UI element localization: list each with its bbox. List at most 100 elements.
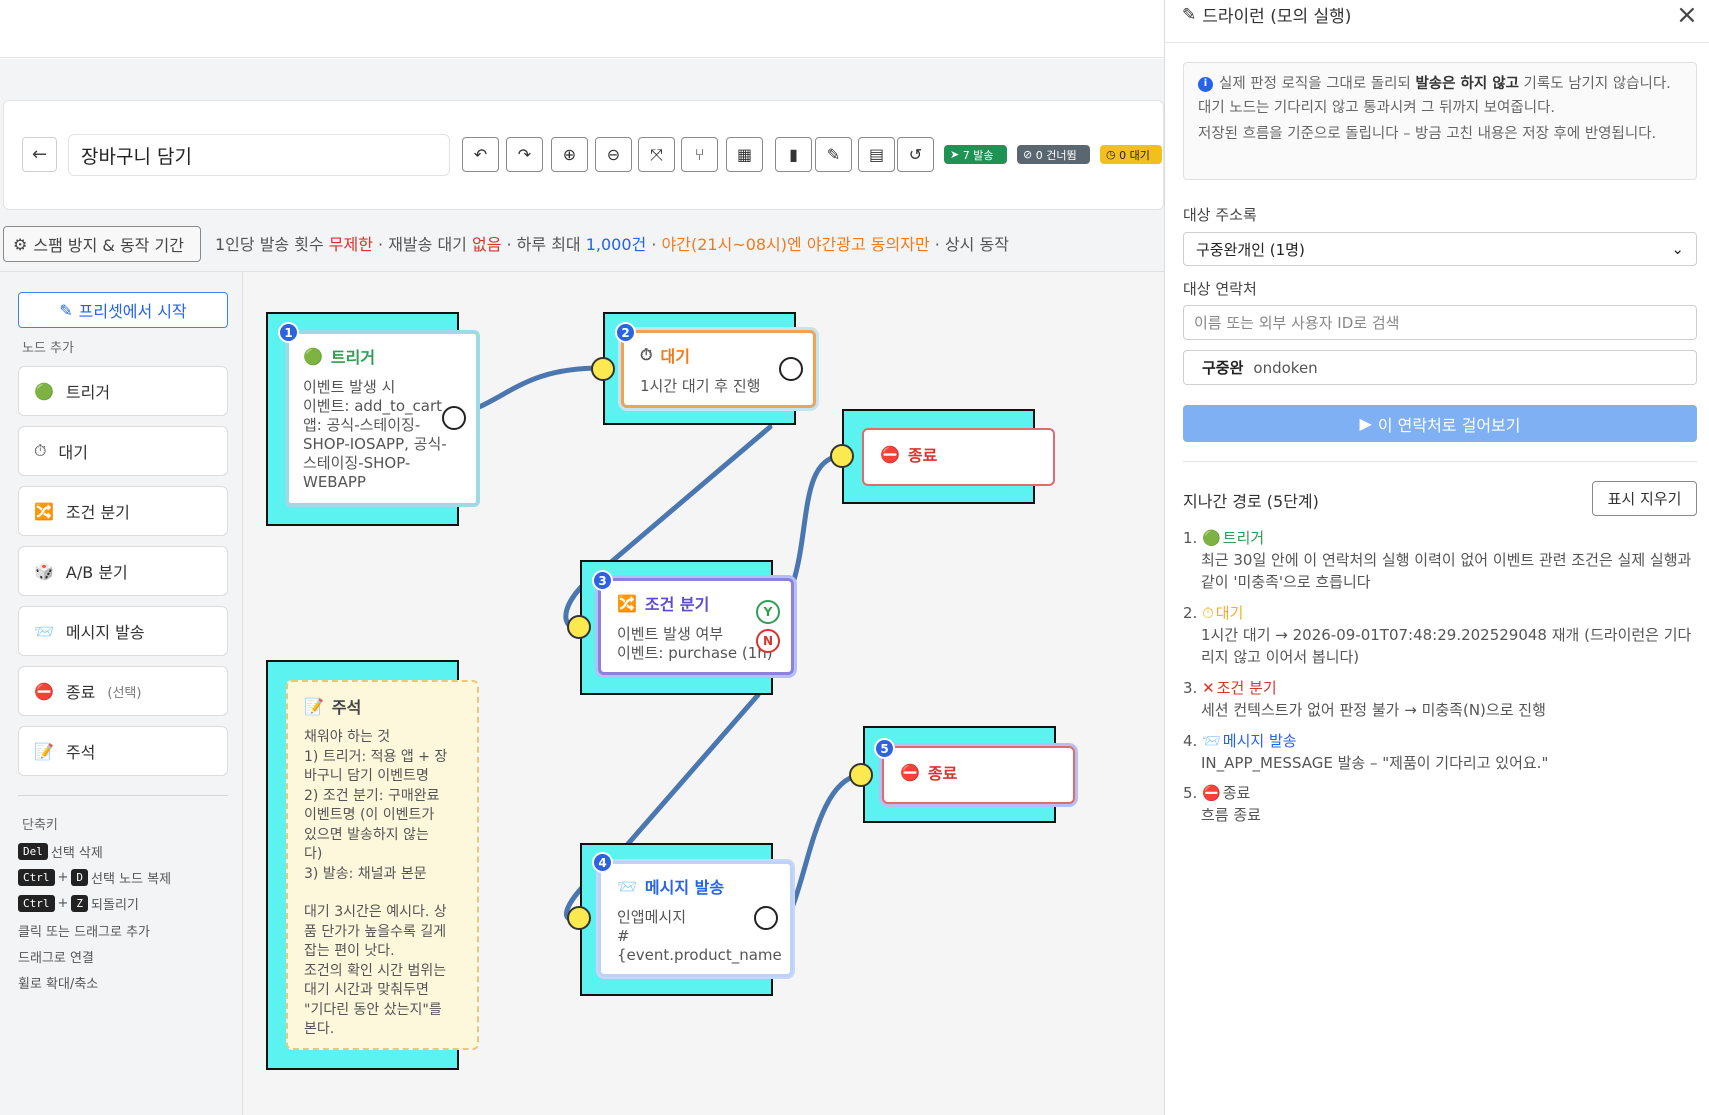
node-end[interactable]: ⛔ 종료 (862, 428, 1055, 486)
palette-item-label: 대기 (58, 443, 88, 462)
close-icon[interactable]: × (1676, 0, 1698, 30)
node-line: 있으면 발송하지 않는 (304, 826, 429, 843)
node-number: 1 (278, 322, 299, 343)
tip-drag-connect: 드래그로 연결 (18, 951, 94, 966)
fit-view-icon: ⤧ (650, 144, 663, 164)
palette-item[interactable]: 📝 주석 (18, 726, 228, 776)
spam-settings-button[interactable]: ⚙ 스팸 방지 & 동작 기간 (3, 226, 201, 262)
shortcut-delete: Del 선택 삭제 (18, 842, 103, 861)
stats-button[interactable]: ▮ (775, 137, 812, 172)
no-entry-icon: ⛔ (34, 681, 54, 701)
minimap-icon: ▦ (736, 145, 753, 164)
node-line: WEBAPP (303, 473, 366, 491)
contact-label: 대상 연락처 (1183, 280, 1257, 298)
clipboard-button[interactable]: ▤ (858, 137, 895, 172)
output-port[interactable] (779, 357, 803, 381)
stopwatch-icon: ⏱ (1202, 604, 1214, 622)
dry-run-button[interactable]: ✎ (815, 137, 852, 172)
no-port[interactable]: N (756, 629, 780, 653)
stopwatch-icon: ⏱ (34, 441, 47, 460)
node-line: 1시간 대기 후 진행 (640, 377, 761, 395)
shortcuts-label: 단축키 (22, 818, 58, 833)
node-number: 2 (615, 322, 636, 343)
audience-select[interactable]: 구중완개인 (1명) ⌄ (1183, 232, 1697, 266)
memo-icon: 📝 (304, 696, 324, 716)
palette-item[interactable]: 🎲 A/B 분기 (18, 546, 228, 596)
add-node-label: 노드 추가 (22, 341, 74, 356)
arrow-left-icon: ← (31, 144, 48, 165)
contact-option[interactable]: 구중완 ondoken (1183, 350, 1697, 385)
node-body: 인앱메시지 # {event.product_name (617, 908, 782, 965)
shuffle-icon: 🔀 (617, 593, 637, 613)
input-port[interactable] (830, 444, 854, 468)
memo-icon: 📝 (34, 741, 54, 761)
node-line: 스테이징-SHOP- (303, 454, 411, 472)
step-label: 대기 (1215, 604, 1244, 622)
input-port[interactable] (849, 763, 873, 787)
flow-title-input[interactable]: 장바구니 담기 (68, 134, 450, 176)
envelope-icon: 📨 (1202, 732, 1221, 750)
node-body: 이벤트 발생 여부 이벤트: purchase (1h) (617, 625, 775, 663)
palette-item[interactable]: ⛔ 종료 (선택) (18, 666, 228, 716)
fit-view-button[interactable]: ⤧ (638, 137, 675, 172)
node-title: 조건 분기 (644, 595, 710, 614)
clear-display-button[interactable]: 표시 지우기 (1592, 481, 1697, 516)
auto-layout-icon: ⑂ (694, 145, 705, 164)
palette-item-label: 트리거 (65, 383, 111, 402)
palette-item[interactable]: 📨 메시지 발송 (18, 606, 228, 656)
node-body: 이벤트 발생 시 이벤트: add_to_cart 앱: 공식-스테이징- SHOP-… (303, 378, 462, 492)
yes-port[interactable]: Y (756, 600, 780, 624)
node-line: 이벤트 발생 여부 (617, 625, 724, 643)
output-port[interactable] (754, 906, 778, 930)
node-line: 이벤트명 (이 이벤트가 (304, 807, 435, 823)
history-button[interactable]: ↺ (897, 137, 934, 172)
node-line: 인앱메시지 (617, 908, 687, 926)
step-label: 조건 분기 (1216, 679, 1277, 697)
palette-item[interactable]: 🟢 트리거 (18, 366, 228, 416)
palette-item-label: 주석 (65, 743, 96, 762)
palette-item[interactable]: 🔀 조건 분기 (18, 486, 228, 536)
play-icon: ▶ (1359, 414, 1372, 433)
envelope-icon: 📨 (34, 621, 54, 641)
step-label: 메시지 발송 (1222, 732, 1297, 750)
palette-item-label: 메시지 발송 (65, 623, 145, 642)
input-port[interactable] (591, 357, 615, 381)
sent-count-badge: ➤ 7 발송 (944, 145, 1007, 164)
palette-item-optional: (선택) (107, 685, 142, 701)
auto-layout-button[interactable]: ⑂ (681, 137, 718, 172)
node-number: 5 (874, 738, 895, 759)
input-port[interactable] (567, 906, 591, 930)
stopwatch-icon: ⏱ (640, 345, 653, 364)
step-description: 1시간 대기 → 2026-09-01T07:48:29.202529048 재… (1201, 626, 1692, 666)
node-note[interactable]: 📝 주석 채워야 하는 것 1) 트리거: 적용 앱 + 장 바구니 담기 이벤트명… (286, 680, 479, 1050)
input-port[interactable] (567, 615, 591, 639)
undo-button[interactable]: ↶ (462, 137, 499, 172)
node-line: 품 단가가 높을수록 길게 (304, 923, 447, 940)
path-step: 5. ⛔ 종료 흐름 종료 (1183, 782, 1693, 826)
node-title: 메시지 발송 (644, 878, 725, 897)
palette-item[interactable]: ⏱ 대기 (18, 426, 228, 476)
node-end-final[interactable]: ⛔ 종료 (882, 746, 1075, 804)
step-description: 최근 30일 안에 이 연락처의 실행 이력이 없어 이벤트 관련 조건은 실제… (1201, 551, 1692, 591)
redo-icon: ↷ (517, 145, 532, 164)
dry-run-icon: ✎ (826, 145, 841, 164)
clock-icon: ◷ (1106, 148, 1116, 161)
node-condition[interactable]: 🔀 조건 분기 이벤트 발생 여부 이벤트: purchase (1h) (598, 578, 794, 675)
back-button[interactable]: ← (22, 137, 57, 172)
contact-search-input[interactable]: 이름 또는 외부 사용자 ID로 검색 (1183, 305, 1697, 340)
redo-button[interactable]: ↷ (506, 137, 543, 172)
start-from-preset-button[interactable]: ✎ 프리셋에서 시작 (18, 292, 228, 328)
zoom-in-button[interactable]: ⊕ (551, 137, 588, 172)
path-step: 2. ⏱ 대기 1시간 대기 → 2026-09-01T07:48:29.20252… (1183, 604, 1692, 666)
zoom-out-button[interactable]: ⊖ (595, 137, 632, 172)
node-line: 채워야 하는 것 (304, 729, 391, 745)
node-line: 3) 발송: 채널과 본문 (304, 865, 427, 882)
node-title: 대기 (660, 347, 690, 366)
zoom-out-icon: ⊖ (606, 145, 621, 164)
shuffle-icon: 🔀 (34, 501, 54, 521)
minimap-button[interactable]: ▦ (726, 137, 763, 172)
envelope-icon: 📨 (617, 876, 637, 896)
output-port[interactable] (442, 406, 466, 430)
run-dry-run-button[interactable]: ▶ 이 연락처로 걸어보기 (1183, 405, 1697, 442)
info-box: i 실제 판정 로직을 그대로 돌리되 발송은 하지 않고 기록도 남기지 않습니… (1183, 62, 1697, 180)
